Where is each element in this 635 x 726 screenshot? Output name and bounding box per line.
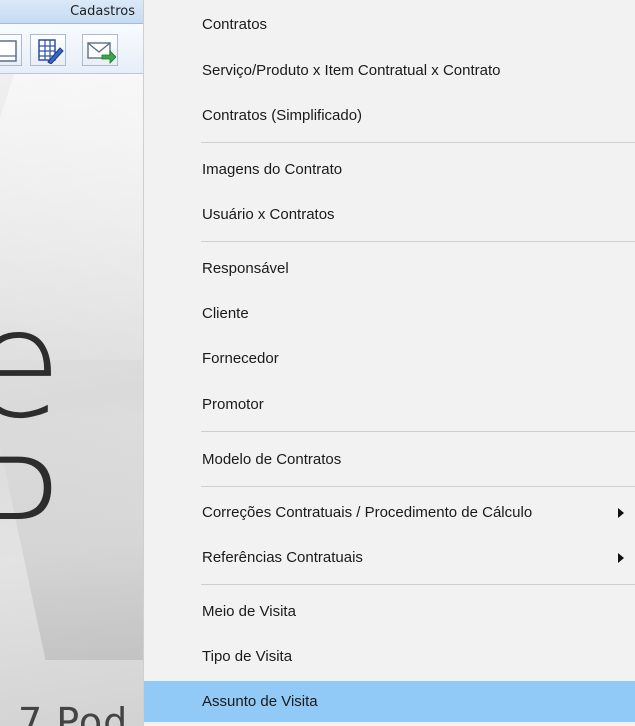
menu-item-modelo-de-contratos[interactable]: Modelo de Contratos [144,441,635,479]
menu-item-label: Usuário x Contratos [202,206,335,223]
mail-forward-icon [87,42,116,64]
menu-item-fornecedor[interactable]: Fornecedor [144,340,635,378]
menu-item-contratos-simplificado[interactable]: Contratos (Simplificado) [144,97,635,135]
menu-separator [201,241,635,242]
background-footer-text: 7 Pod [18,700,129,726]
menu-item-label: Responsável [202,260,289,277]
menu-item-label: Modelo de Contratos [202,451,342,468]
menu-item-label: Correções Contratuais / Procedimento de … [202,504,533,521]
document-button[interactable] [0,34,22,66]
submenu-arrow-icon [618,553,624,563]
edit-grid-icon [38,39,64,64]
menu-item-imagens-do-contrato[interactable]: Imagens do Contrato [144,151,635,189]
menu-item-referencias-contratuais[interactable]: Referências Contratuais [144,539,635,577]
menu-item-label: Fornecedor [202,350,279,367]
menu-item-label: Contratos (Simplificado) [202,107,363,124]
menu-item-cliente[interactable]: Cliente [144,295,635,333]
ribbon-tab-cadastros[interactable]: Cadastros [0,0,143,24]
menu-separator [201,584,635,585]
ribbon-tab-label: Cadastros [70,4,135,19]
menu-item-label: Serviço/Produto x Item Contratual x Cont… [202,62,501,79]
edit-grid-button[interactable] [30,34,66,66]
menu-item-label: Imagens do Contrato [202,161,343,178]
document-icon [0,40,17,62]
menu-item-assunto-de-visita[interactable]: Assunto de Visita [144,681,635,722]
menu-item-tipo-de-visita[interactable]: Tipo de Visita [144,638,635,676]
menu-separator [201,431,635,432]
ribbon-toolbar [0,24,143,74]
menu-item-label: Cliente [202,305,249,322]
app-background: Cadastros e P 7 Pod [0,0,145,726]
mail-forward-button[interactable] [82,34,118,66]
menu-item-promotor[interactable]: Promotor [144,386,635,424]
context-menu: Contratos Serviço/Produto x Item Contrat… [143,0,635,726]
background-title-text: e P [0,278,63,602]
menu-item-label: Meio de Visita [202,603,296,620]
menu-separator [201,486,635,487]
menu-item-label: Promotor [202,396,264,413]
menu-item-servico-produto[interactable]: Serviço/Produto x Item Contratual x Cont… [144,52,635,90]
menu-separator [201,142,635,143]
menu-item-label: Contratos [202,16,268,33]
menu-item-correcoes-contratuais[interactable]: Correções Contratuais / Procedimento de … [144,494,635,532]
menu-item-contratos[interactable]: Contratos [144,6,635,44]
menu-item-label: Referências Contratuais [202,549,363,566]
menu-item-meio-de-visita[interactable]: Meio de Visita [144,593,635,631]
submenu-arrow-icon [618,508,624,518]
menu-item-usuario-x-contratos[interactable]: Usuário x Contratos [144,196,635,234]
menu-item-label: Tipo de Visita [202,648,293,665]
menu-item-label: Assunto de Visita [202,693,318,710]
menu-item-responsavel[interactable]: Responsável [144,250,635,288]
